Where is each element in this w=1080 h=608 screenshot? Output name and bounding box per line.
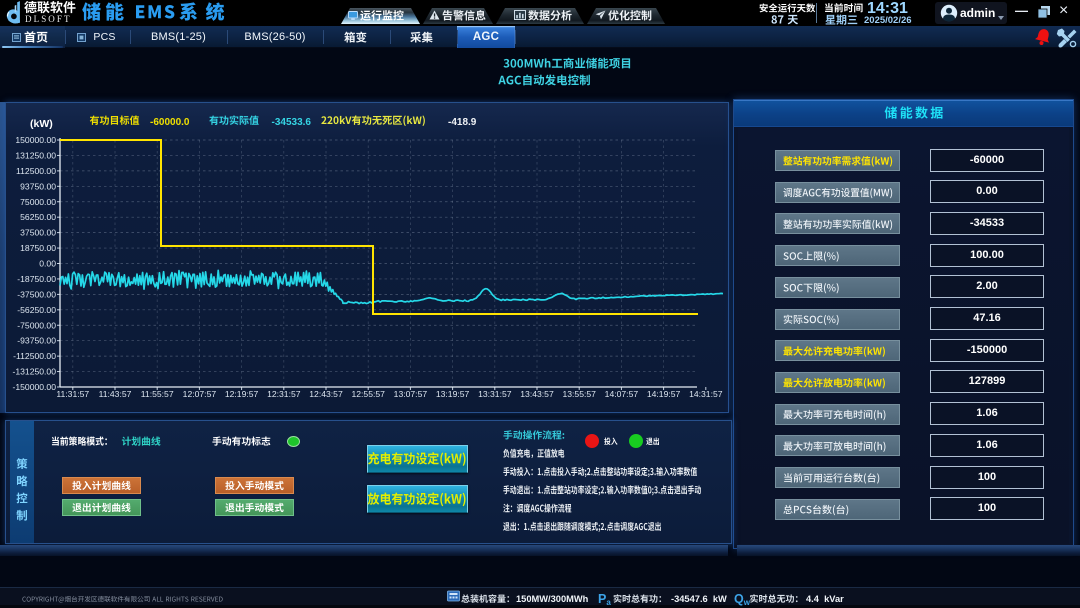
svg-text:13:31:57: 13:31:57 xyxy=(478,389,512,399)
svg-text:-18750.00: -18750.00 xyxy=(17,274,56,284)
svg-text:-112500.00: -112500.00 xyxy=(13,351,56,361)
svg-text:12:07:57: 12:07:57 xyxy=(183,389,217,399)
svg-text:11:31:57: 11:31:57 xyxy=(56,389,89,399)
svg-text:13:43:57: 13:43:57 xyxy=(520,389,554,399)
svg-text:14:19:57: 14:19:57 xyxy=(647,389,681,399)
svg-text:56250.00: 56250.00 xyxy=(20,212,56,222)
svg-text:12:43:57: 12:43:57 xyxy=(309,389,343,399)
svg-text:18750.00: 18750.00 xyxy=(20,243,56,253)
svg-text:93750.00: 93750.00 xyxy=(20,181,56,191)
svg-text:150000.00: 150000.00 xyxy=(15,135,56,145)
svg-text:14:31:57: 14:31:57 xyxy=(689,389,723,399)
svg-text:75000.00: 75000.00 xyxy=(20,197,56,207)
svg-text:13:55:57: 13:55:57 xyxy=(562,389,596,399)
svg-text:112500.00: 112500.00 xyxy=(16,166,56,176)
svg-text:37500.00: 37500.00 xyxy=(20,228,56,238)
svg-text:131250.00: 131250.00 xyxy=(15,150,56,160)
svg-text:-75000.00: -75000.00 xyxy=(17,320,56,330)
svg-text:12:55:57: 12:55:57 xyxy=(351,389,385,399)
svg-text:13:19:57: 13:19:57 xyxy=(436,389,470,399)
svg-text:-150000.00: -150000.00 xyxy=(13,382,57,392)
svg-text:-93750.00: -93750.00 xyxy=(17,336,56,346)
svg-text:-37500.00: -37500.00 xyxy=(17,289,56,299)
svg-text:12:19:57: 12:19:57 xyxy=(225,389,259,399)
svg-text:11:43:57: 11:43:57 xyxy=(99,389,132,399)
svg-text:11:55:57: 11:55:57 xyxy=(141,389,174,399)
svg-text:12:31:57: 12:31:57 xyxy=(267,389,301,399)
svg-text:13:07:57: 13:07:57 xyxy=(394,389,428,399)
svg-text:14:07:57: 14:07:57 xyxy=(605,389,639,399)
svg-text:-131250.00: -131250.00 xyxy=(13,367,57,377)
svg-text:0.00: 0.00 xyxy=(39,259,56,269)
svg-text:-56250.00: -56250.00 xyxy=(17,305,56,315)
